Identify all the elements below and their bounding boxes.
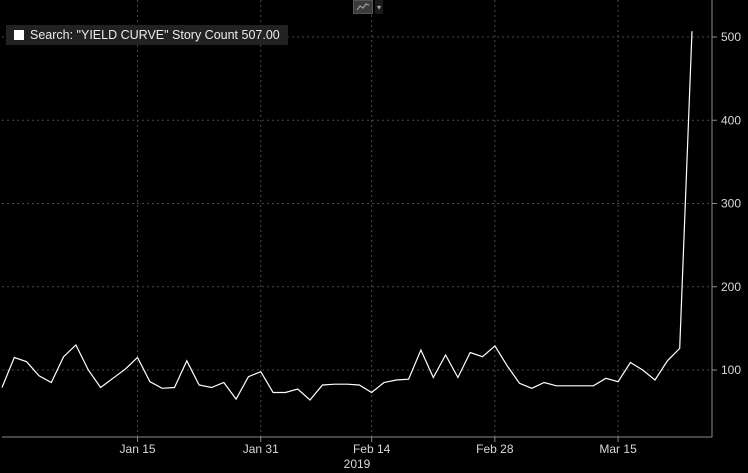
x-axis-ticks: Jan 15 Jan 31 Feb 14 Feb 28 Mar 15 bbox=[120, 437, 637, 456]
y-tick-label: 400 bbox=[721, 113, 741, 127]
y-tick-label: 200 bbox=[721, 280, 741, 294]
legend: Search: "YIELD CURVE" Story Count 507.00 bbox=[6, 25, 288, 45]
grid bbox=[2, 0, 712, 437]
x-tick-label: Feb 28 bbox=[476, 442, 514, 456]
legend-label: Search: "YIELD CURVE" Story Count 507.00 bbox=[30, 28, 280, 42]
chart-toolbar: ▾ bbox=[353, 0, 383, 14]
series-line bbox=[1, 31, 693, 401]
x-axis-year-label: 2019 bbox=[344, 457, 371, 471]
chart: 100 200 300 400 500 Jan 15 Jan 31 Feb 14 Feb 28… bbox=[1, 0, 741, 471]
x-tick-label: Jan 31 bbox=[243, 442, 279, 456]
line-chart-icon[interactable] bbox=[353, 0, 373, 14]
y-tick-label: 100 bbox=[721, 363, 741, 377]
x-tick-label: Feb 14 bbox=[353, 442, 391, 456]
legend-swatch bbox=[14, 30, 24, 40]
y-tick-label: 300 bbox=[721, 197, 741, 211]
y-axis-ticks: 100 200 300 400 500 bbox=[712, 30, 741, 377]
chevron-down-icon[interactable]: ▾ bbox=[375, 0, 383, 14]
x-tick-label: Jan 15 bbox=[120, 442, 156, 456]
x-tick-label: Mar 15 bbox=[599, 442, 637, 456]
y-tick-label: 500 bbox=[721, 30, 741, 44]
